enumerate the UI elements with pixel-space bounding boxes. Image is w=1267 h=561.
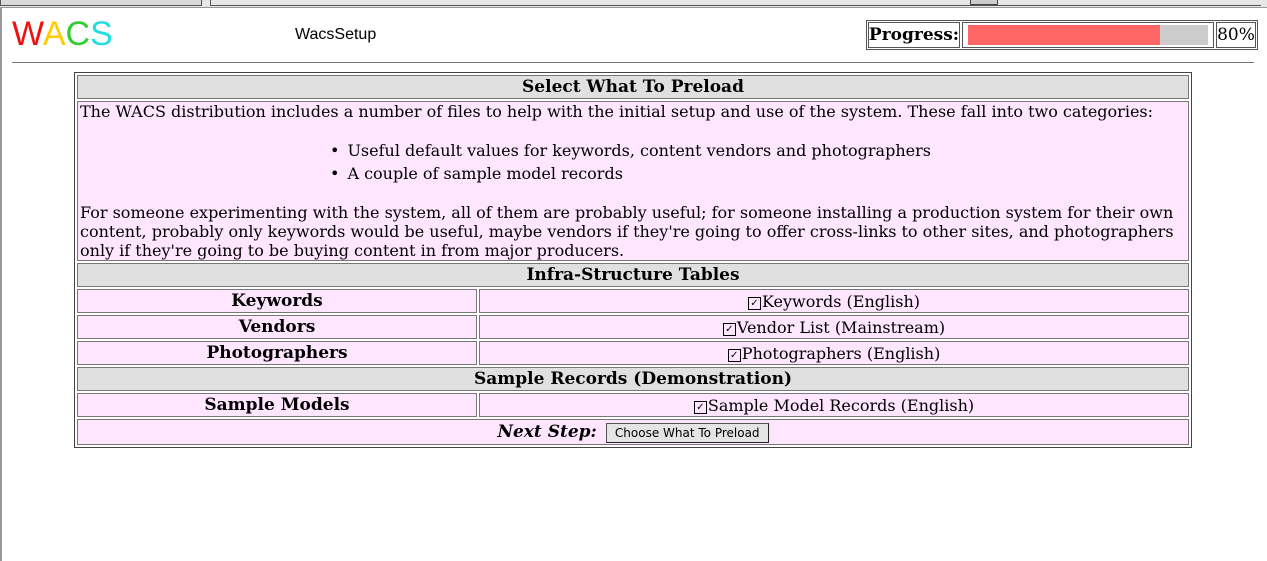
progress-label: Progress:	[868, 22, 960, 48]
logo-letter: A	[42, 15, 66, 53]
scrollbar-thumb[interactable]	[970, 0, 998, 5]
section-title-infra: Infra-Structure Tables	[77, 263, 1189, 287]
intro-paragraph-1: The WACS distribution includes a number …	[80, 102, 1154, 121]
progress-bar	[962, 22, 1214, 48]
row-label-keywords: Keywords	[77, 289, 477, 313]
checkbox-keywords[interactable]: ✓	[747, 296, 761, 310]
progress-track	[968, 25, 1208, 45]
row-label-vendors: Vendors	[77, 315, 477, 339]
checkbox-sample-models[interactable]: ✓	[693, 400, 707, 414]
section-title-sample: Sample Records (Demonstration)	[77, 367, 1189, 391]
window-edge	[0, 7, 2, 561]
choose-preload-button[interactable]: Choose What To Preload	[605, 422, 769, 443]
list-item: A couple of sample model records	[330, 162, 1186, 185]
next-step-row: Next Step: Choose What To Preload	[77, 419, 1189, 445]
logo-letter: C	[65, 15, 91, 53]
option-label: Photographers (English)	[741, 343, 941, 363]
logo-letter: W	[12, 15, 43, 53]
preload-form-table: Select What To Preload The WACS distribu…	[74, 72, 1192, 448]
progress-fill	[968, 25, 1160, 45]
progress-percent: 80%	[1216, 22, 1256, 48]
option-vendors[interactable]: ✓ Vendor List (Mainstream)	[479, 315, 1189, 339]
next-step-label: Next Step:	[497, 421, 597, 442]
row-label-photographers: Photographers	[77, 341, 477, 365]
row-label-sample-models: Sample Models	[77, 393, 477, 417]
list-item: Useful default values for keywords, cont…	[330, 139, 1186, 162]
wacs-logo: WACS	[12, 14, 113, 54]
toolbar-segment	[0, 0, 202, 6]
option-label: Keywords (English)	[761, 291, 920, 311]
option-sample-models[interactable]: ✓ Sample Model Records (English)	[479, 393, 1189, 417]
progress-widget: Progress: 80%	[866, 20, 1258, 50]
checkbox-photographers[interactable]: ✓	[727, 348, 741, 362]
browser-top-bar	[0, 0, 1267, 8]
logo-letter: S	[90, 15, 113, 53]
intro-paragraph-2: For someone experimenting with the syste…	[80, 203, 1174, 260]
scrollbar-track[interactable]	[210, 0, 1261, 6]
option-label: Vendor List (Mainstream)	[736, 317, 946, 337]
header-divider	[12, 62, 1254, 63]
option-photographers[interactable]: ✓ Photographers (English)	[479, 341, 1189, 365]
category-list: Useful default values for keywords, cont…	[330, 139, 1186, 185]
intro-text: The WACS distribution includes a number …	[77, 101, 1189, 261]
option-label: Sample Model Records (English)	[707, 395, 975, 415]
section-title-preload: Select What To Preload	[77, 75, 1189, 99]
checkbox-vendors[interactable]: ✓	[722, 322, 736, 336]
app-name: WacsSetup	[295, 26, 377, 43]
option-keywords[interactable]: ✓ Keywords (English)	[479, 289, 1189, 313]
